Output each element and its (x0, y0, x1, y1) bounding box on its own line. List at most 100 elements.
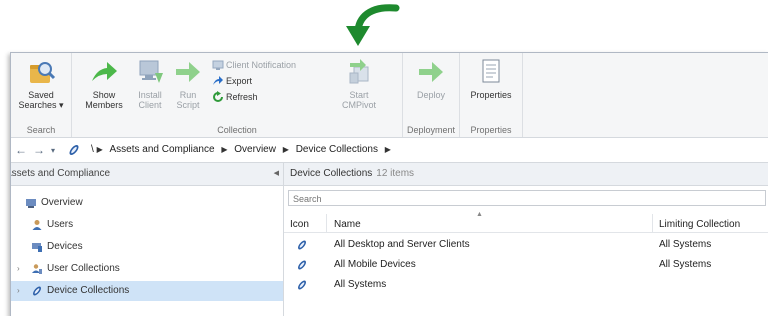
column-header-icon[interactable]: Icon (290, 219, 309, 230)
row-name: All Desktop and Server Clients (334, 239, 470, 250)
deploy-button[interactable]: Deploy (409, 55, 453, 100)
content-title: Device Collections 12 items (290, 163, 414, 185)
nav-item-label: Devices (47, 241, 83, 252)
collection-icon (69, 145, 79, 155)
install-client-label-1: Install (138, 90, 162, 100)
screenshot-canvas: Saved Searches ▾ Search Show Members Ins… (0, 0, 768, 316)
green-arrow-icon (92, 62, 117, 81)
search-box (288, 190, 766, 206)
refresh-label: Refresh (226, 92, 258, 102)
client-notification-icon (212, 60, 224, 70)
row-limiting-collection: All Systems (659, 239, 712, 250)
saved-searches-label-2: Searches ▾ (18, 100, 64, 110)
table-row[interactable]: All Systems (284, 275, 768, 295)
run-script-label-2: Script (176, 100, 200, 110)
breadcrumb-device-collections[interactable]: Device Collections (296, 144, 378, 155)
nav-item-label: Device Collections (47, 285, 130, 296)
content-header: Device Collections 12 items (284, 163, 768, 186)
collapse-pane-icon[interactable]: ◀ (274, 163, 279, 185)
ribbon-group-properties: Properties Properties (460, 53, 523, 137)
nav-header-title: Assets and Compliance (10, 168, 111, 179)
address-bar: ← → ▾ \ ▶ Assets and Compliance ▶ Overvi… (11, 138, 768, 163)
group-label-collection: Collection (217, 125, 257, 135)
collection-icon (297, 280, 307, 290)
client-notification-button[interactable]: Client Notification (212, 59, 296, 72)
deploy-label: Deploy (416, 90, 445, 100)
content-title-text: Device Collections (290, 168, 373, 179)
row-name: All Mobile Devices (334, 259, 416, 270)
navigation-pane: Assets and Compliance ◀ Overview Users D… (11, 163, 284, 316)
install-client-label-2: Client (138, 100, 162, 110)
group-label-deployment: Deployment (406, 125, 456, 135)
nav-item-user-collections[interactable]: › User Collections (11, 259, 283, 279)
user-icon (32, 220, 42, 230)
export-label: Export (226, 76, 253, 86)
run-script-button[interactable]: Run Script (170, 55, 206, 110)
export-button[interactable]: Export (212, 75, 252, 88)
row-name: All Systems (334, 279, 387, 290)
table-row[interactable]: All Desktop and Server Clients All Syste… (284, 235, 768, 255)
nav-item-device-collections[interactable]: › Device Collections (11, 281, 283, 301)
breadcrumb-separator-icon: ▶ (221, 145, 228, 154)
breadcrumb-root[interactable]: \ (91, 144, 94, 155)
ribbon-group-deployment: Deploy Deployment (403, 53, 460, 137)
ribbon-group-search: Saved Searches ▾ Search (11, 53, 72, 137)
breadcrumb-overview[interactable]: Overview (234, 144, 276, 155)
nav-item-label: Users (47, 219, 74, 230)
column-divider[interactable] (326, 214, 327, 232)
show-members-button[interactable]: Show Members (80, 55, 128, 110)
nav-item-users[interactable]: Users (11, 215, 283, 235)
row-limiting-collection: All Systems (659, 259, 712, 270)
run-script-arrow-icon (176, 62, 200, 82)
start-cmpivot-label-2: CMPivot (341, 100, 376, 110)
breadcrumb-separator-icon: ▶ (282, 145, 289, 154)
show-members-label-2: Members (85, 100, 123, 110)
configmgr-console-window: Saved Searches ▾ Search Show Members Ins… (10, 52, 768, 316)
show-members-label-1: Show (92, 90, 116, 100)
search-input[interactable] (293, 192, 765, 206)
breadcrumb: \ ▶ Assets and Compliance ▶ Overview ▶ D… (91, 144, 391, 155)
cmpivot-icon (349, 59, 369, 84)
collection-icon (297, 260, 307, 270)
deploy-arrow-icon (419, 62, 443, 82)
nav-item-label: Overview (41, 197, 83, 208)
nav-header: Assets and Compliance ◀ (11, 163, 283, 186)
breadcrumb-assets-and-compliance[interactable]: Assets and Compliance (110, 144, 215, 155)
forward-arrow-icon[interactable]: → (33, 143, 45, 157)
nav-item-label: User Collections (47, 263, 120, 274)
install-client-button[interactable]: Install Client (130, 55, 170, 110)
collection-icon (297, 240, 307, 250)
annotation-arrow-icon (346, 4, 400, 46)
column-header-name[interactable]: Name (334, 219, 361, 230)
user-collections-icon (32, 264, 42, 274)
nav-item-overview[interactable]: Overview (11, 193, 283, 213)
refresh-icon (213, 91, 223, 102)
properties-label: Properties (470, 90, 512, 100)
group-label-properties: Properties (470, 125, 512, 135)
properties-button[interactable]: Properties (466, 55, 516, 100)
install-client-icon (139, 60, 163, 83)
table-row[interactable]: All Mobile Devices All Systems (284, 255, 768, 275)
group-label-search: Search (26, 125, 56, 135)
column-divider[interactable] (652, 214, 653, 232)
device-collections-icon (32, 286, 42, 296)
expand-chevron-icon[interactable]: › (17, 259, 20, 279)
saved-searches-icon (30, 62, 56, 83)
client-notification-label: Client Notification (226, 60, 297, 70)
overview-icon (26, 199, 36, 208)
content-pane: Device Collections12 items ▲ Icon Name L… (284, 163, 768, 316)
breadcrumb-separator-icon: ▶ (384, 145, 391, 154)
properties-icon (482, 59, 500, 83)
expand-chevron-icon[interactable]: › (17, 281, 20, 301)
run-script-label-1: Run (179, 90, 197, 100)
saved-searches-button[interactable]: Saved Searches ▾ (15, 55, 67, 110)
refresh-button[interactable]: Refresh (212, 91, 258, 104)
column-header-limiting-collection[interactable]: Limiting Collection (659, 219, 740, 230)
start-cmpivot-button[interactable]: Start CMPivot (334, 55, 384, 110)
start-cmpivot-label-1: Start (349, 90, 369, 100)
nav-item-devices[interactable]: Devices (11, 237, 283, 257)
history-dropdown-icon[interactable]: ▾ (51, 146, 55, 155)
back-arrow-icon[interactable]: ← (15, 143, 27, 157)
item-count: 12 items (376, 168, 415, 179)
grid-header: ▲ Icon Name Limiting Collection (284, 210, 768, 233)
